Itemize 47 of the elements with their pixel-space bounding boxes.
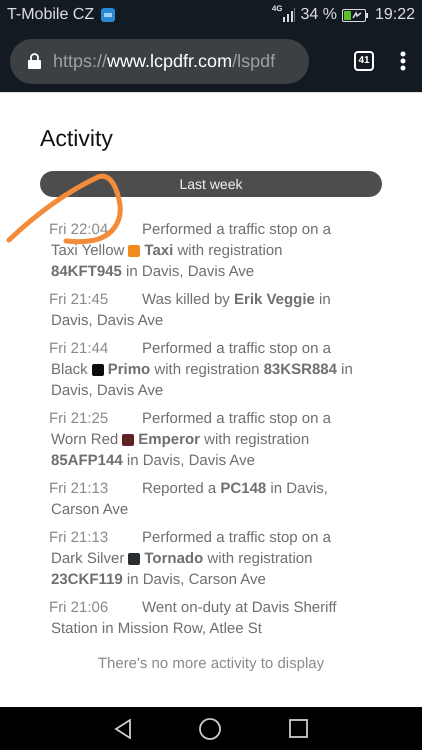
carrier-name: T-Mobile CZ	[7, 5, 94, 25]
menu-icon[interactable]	[400, 51, 406, 71]
activity-text: 85AFP144 in Davis, Davis Ave	[51, 451, 255, 471]
activity-time: Fri 21:13	[49, 479, 110, 499]
activity-text: Performed a traffic stop on a	[142, 528, 331, 548]
url-text: https://www.lcpdfr.com/lspdf	[53, 50, 276, 73]
network-label: 4G	[272, 5, 282, 13]
activity-text: 23CKF119 in Davis, Carson Ave	[51, 570, 266, 590]
activity-text: Performed a traffic stop on a	[142, 339, 331, 359]
activity-text: Went on-duty at Davis Sheriff	[142, 598, 337, 618]
activity-time: Fri 21:06	[49, 598, 110, 618]
battery-charging-icon	[342, 8, 368, 22]
activity-text: 84KFT945 in Davis, Davis Ave	[51, 262, 254, 282]
back-icon[interactable]	[114, 718, 132, 738]
activity-text: Taxi with registration	[144, 241, 283, 261]
end-message: There's no more activity to display	[96, 654, 326, 674]
clock: 19:22	[374, 5, 415, 25]
activity-text: Was killed by Erik Veggie in	[142, 290, 331, 310]
activity-text: Reported a PC148 in Davis,	[142, 479, 328, 499]
activity-time: Fri 21:25	[49, 409, 110, 429]
signal-icon	[282, 8, 296, 22]
activity-time: Fri 21:13	[49, 528, 110, 548]
activity-text: Dark Silver	[51, 549, 124, 569]
activity-text: Worn Red	[51, 430, 118, 450]
activity-text: Emperor with registration	[138, 430, 310, 450]
url-field[interactable]: https://www.lcpdfr.com/lspdf	[10, 38, 309, 84]
app-notification-icon	[101, 8, 116, 22]
home-icon[interactable]	[199, 718, 222, 740]
activity-text: Taxi Yellow	[51, 241, 124, 261]
tab-count-button[interactable]: 41	[354, 51, 374, 71]
activity-text: Black	[51, 360, 88, 380]
activity-text: Carson Ave	[51, 500, 128, 520]
activity-text: Davis, Davis Ave	[51, 381, 164, 401]
recents-icon[interactable]	[289, 719, 308, 738]
activity-time: Fri 21:45	[49, 290, 110, 310]
activity-text: Davis, Davis Ave	[51, 311, 164, 331]
battery-percent: 34 %	[300, 5, 337, 25]
activity-text: Primo with registration 83KSR884 in	[108, 360, 353, 380]
activity-text: Performed a traffic stop on a	[142, 409, 331, 429]
lock-icon	[28, 53, 41, 69]
activity-text: Tornado with registration	[144, 549, 312, 569]
activity-time: Fri 22:04	[49, 220, 110, 240]
period-filter[interactable]: Last week	[40, 171, 382, 197]
activity-text: Performed a traffic stop on a	[142, 220, 331, 240]
page-title: Activity	[40, 124, 114, 153]
activity-text: Station in Mission Row, Atlee St	[51, 619, 262, 639]
activity-time: Fri 21:44	[49, 339, 110, 359]
